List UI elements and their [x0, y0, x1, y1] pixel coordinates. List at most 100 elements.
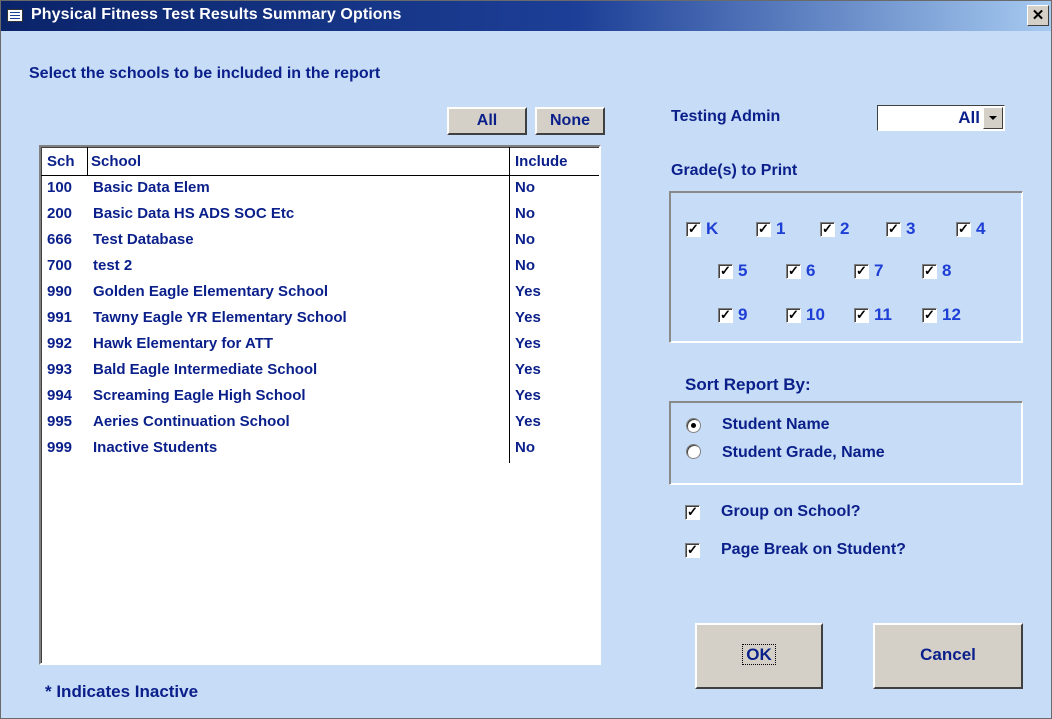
school-code: 200 [47, 205, 73, 222]
form-icon [7, 9, 23, 22]
school-code: 999 [47, 439, 73, 456]
grade-11-label: 11 [874, 305, 892, 324]
school-include: No [515, 205, 535, 222]
grade-k-label: K [706, 219, 719, 238]
sort-grade-name-label: Student Grade, Name [722, 444, 885, 461]
grade-7-label: 7 [874, 261, 884, 280]
close-button[interactable]: ✕ [1027, 5, 1049, 26]
grade-6-label: 6 [806, 261, 816, 280]
grades-label: Grade(s) to Print [671, 162, 798, 179]
select-all-button[interactable]: All [447, 107, 527, 135]
grade-3-label: 3 [906, 219, 916, 238]
header-school: School [91, 153, 142, 170]
grade-7-checkbox[interactable]: ✓ [854, 264, 869, 279]
school-include: Yes [515, 309, 541, 326]
ok-button-label: OK [742, 644, 776, 665]
header-sch: Sch [47, 153, 75, 170]
grade-6-checkbox[interactable]: ✓ [786, 264, 801, 279]
school-name: Basic Data HS ADS SOC Etc [93, 205, 295, 222]
school-name: Tawny Eagle YR Elementary School [93, 309, 347, 326]
grade-5-checkbox[interactable]: ✓ [718, 264, 733, 279]
school-include: No [515, 179, 535, 196]
school-code: 994 [47, 387, 73, 404]
group-on-school-label: Group on School? [721, 503, 861, 520]
school-name: Test Database [93, 231, 194, 248]
school-list-header: Sch School Include [41, 149, 599, 175]
school-row[interactable]: 999 Inactive Students No [41, 435, 599, 461]
grade-4-checkbox[interactable]: ✓ [956, 222, 971, 237]
school-name: Golden Eagle Elementary School [93, 283, 329, 300]
school-include: No [515, 439, 535, 456]
school-row[interactable]: 992 Hawk Elementary for ATT Yes [41, 331, 599, 357]
inactive-footnote: * Indicates Inactive [45, 682, 199, 701]
grade-9-checkbox[interactable]: ✓ [718, 308, 733, 323]
grades-group: ✓ K ✓ 1 ✓ 2 ✓ 3 ✓ 4 ✓ 5 ✓ 6 ✓ 7 ✓ 8 ✓ 9 ✓ 10 ✓ 11 ✓ 12 [669, 191, 1023, 343]
school-include: No [515, 257, 535, 274]
school-code: 666 [47, 231, 73, 248]
school-include: Yes [515, 387, 541, 404]
school-code: 992 [47, 335, 73, 352]
school-row[interactable]: 993 Bald Eagle Intermediate School Yes [41, 357, 599, 383]
school-name: Basic Data Elem [93, 179, 210, 196]
grade-8-checkbox[interactable]: ✓ [922, 264, 937, 279]
grade-10-checkbox[interactable]: ✓ [786, 308, 801, 323]
page-break-label: Page Break on Student? [721, 541, 906, 558]
sort-student-name-label: Student Name [722, 416, 830, 433]
school-code: 991 [47, 309, 73, 326]
school-name: Inactive Students [93, 439, 218, 456]
grade-11-checkbox[interactable]: ✓ [854, 308, 869, 323]
select-none-button[interactable]: None [535, 107, 605, 135]
school-name: Screaming Eagle High School [93, 387, 306, 404]
title-bar[interactable]: Physical Fitness Test Results Summary Op… [1, 1, 1051, 31]
school-code: 995 [47, 413, 73, 430]
grade-12-label: 12 [942, 305, 961, 324]
school-name: Aeries Continuation School [93, 413, 290, 430]
school-code: 100 [47, 179, 73, 196]
cancel-button[interactable]: Cancel [873, 623, 1023, 689]
school-row[interactable]: 100 Basic Data Elem No [41, 175, 599, 201]
school-include: Yes [515, 335, 541, 352]
school-list[interactable]: Sch School Include 100 Basic Data Elem No 2… [39, 145, 601, 665]
school-code: 993 [47, 361, 73, 378]
school-row[interactable]: 991 Tawny Eagle YR Elementary School Yes [41, 305, 599, 331]
sort-grade-name-radio[interactable] [686, 444, 701, 459]
dropdown-arrow-icon[interactable] [983, 107, 1003, 129]
school-name: test 2 [93, 257, 133, 274]
grade-12-checkbox[interactable]: ✓ [922, 308, 937, 323]
header-include: Include [515, 153, 568, 170]
school-row[interactable]: 990 Golden Eagle Elementary School Yes [41, 279, 599, 305]
school-include: No [515, 231, 535, 248]
school-name: Bald Eagle Intermediate School [93, 361, 318, 378]
dialog-window: Physical Fitness Test Results Summary Op… [0, 0, 1052, 719]
ok-button[interactable]: OK [695, 623, 823, 689]
group-on-school-checkbox[interactable]: ✓ [685, 505, 700, 520]
sort-label: Sort Report By: [685, 375, 811, 394]
school-code: 700 [47, 257, 73, 274]
school-row[interactable]: 995 Aeries Continuation School Yes [41, 409, 599, 435]
school-name: Hawk Elementary for ATT [93, 335, 274, 352]
testing-admin-combobox[interactable]: All [877, 105, 1005, 131]
grade-3-checkbox[interactable]: ✓ [886, 222, 901, 237]
window-title: Physical Fitness Test Results Summary Op… [31, 6, 402, 23]
school-row[interactable]: 666 Test Database No [41, 227, 599, 253]
grade-2-checkbox[interactable]: ✓ [820, 222, 835, 237]
grade-10-label: 10 [806, 305, 825, 324]
school-include: Yes [515, 361, 541, 378]
instructions-label: Select the schools to be included in the… [29, 65, 381, 82]
sort-student-name-radio[interactable] [686, 418, 701, 433]
page-break-checkbox[interactable]: ✓ [685, 543, 700, 558]
testing-admin-value: All [958, 108, 980, 127]
grade-k-checkbox[interactable]: ✓ [686, 222, 701, 237]
testing-admin-label: Testing Admin [671, 108, 781, 125]
sort-group: Student Name Student Grade, Name [669, 401, 1023, 485]
grade-8-label: 8 [942, 261, 952, 280]
school-include: Yes [515, 283, 541, 300]
grade-2-label: 2 [840, 219, 850, 238]
school-code: 990 [47, 283, 73, 300]
grade-1-checkbox[interactable]: ✓ [756, 222, 771, 237]
school-row[interactable]: 994 Screaming Eagle High School Yes [41, 383, 599, 409]
grade-9-label: 9 [738, 305, 748, 324]
school-include: Yes [515, 413, 541, 430]
school-row[interactable]: 200 Basic Data HS ADS SOC Etc No [41, 201, 599, 227]
school-row[interactable]: 700 test 2 No [41, 253, 599, 279]
